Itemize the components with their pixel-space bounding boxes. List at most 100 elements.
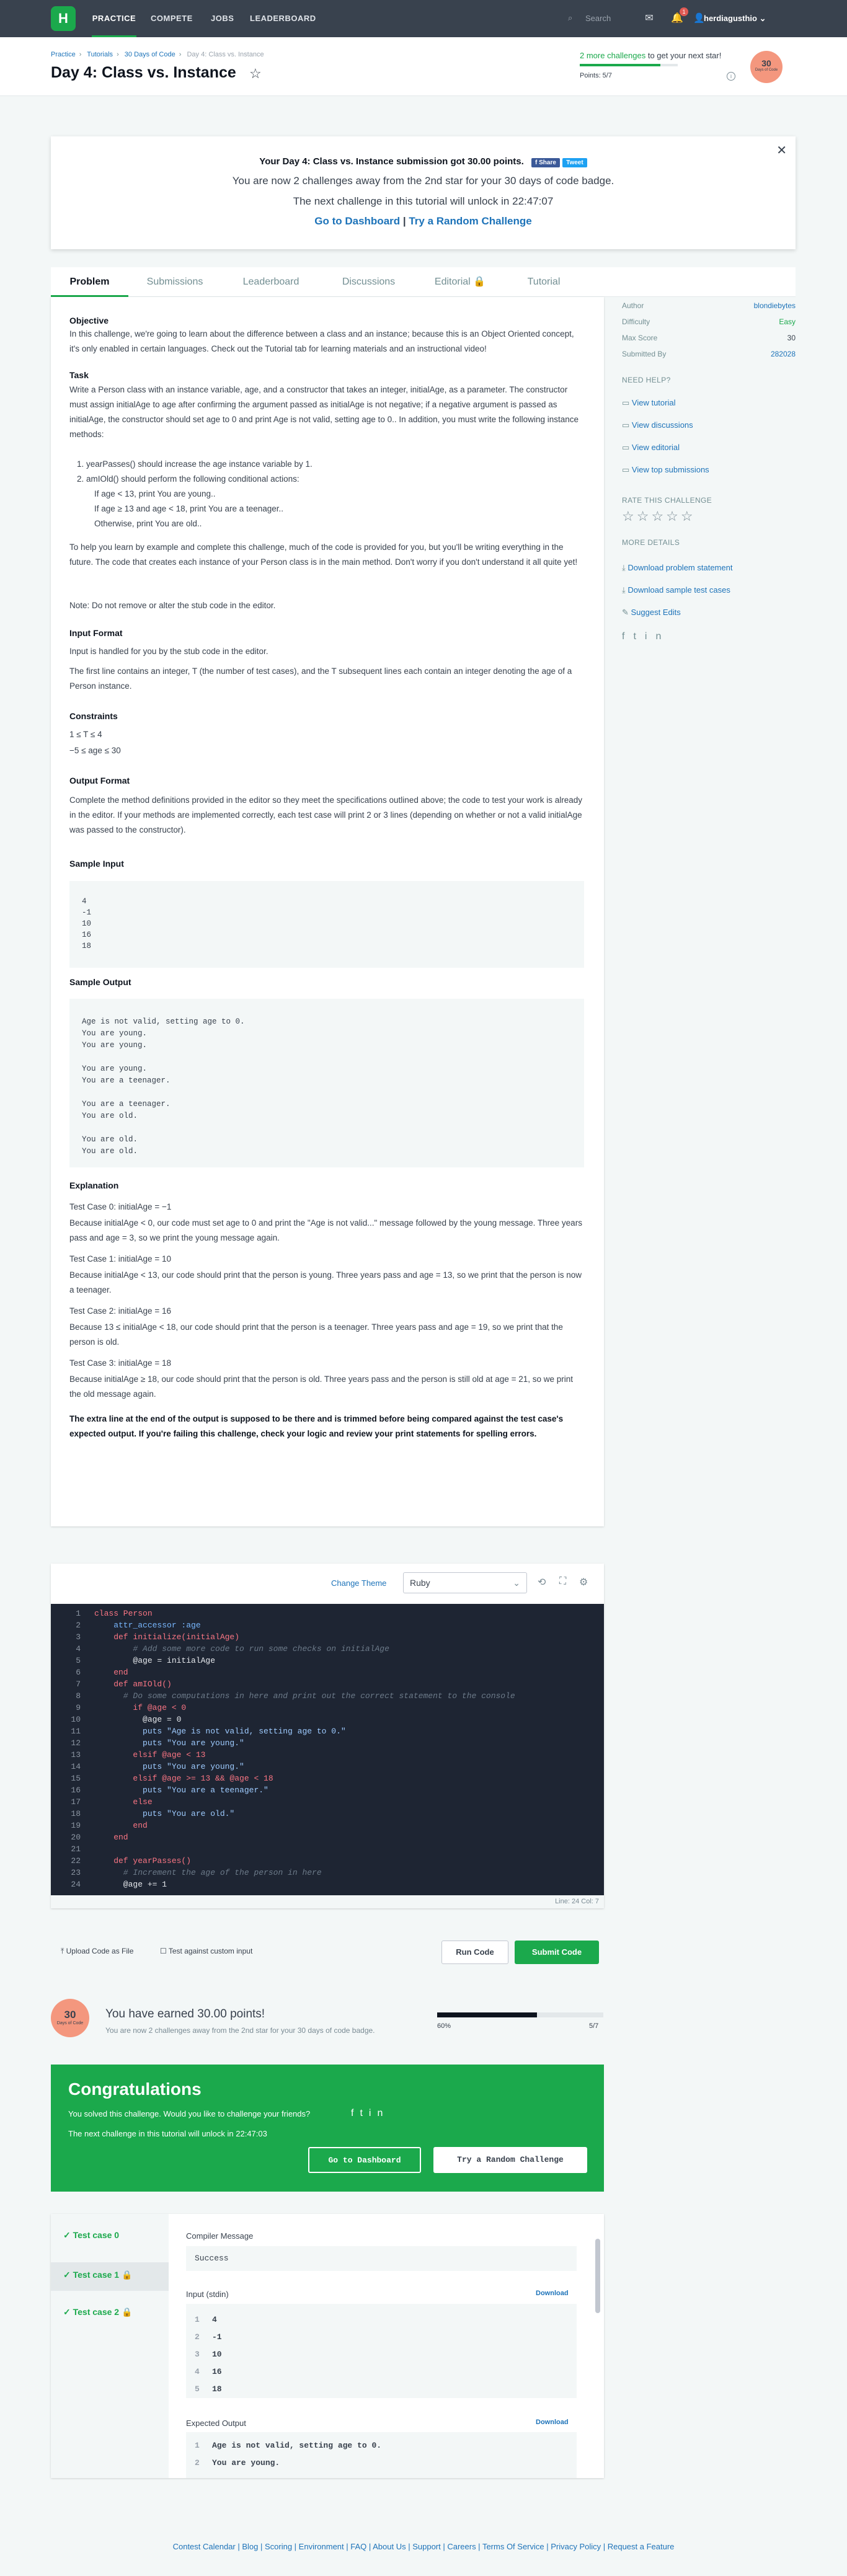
breadcrumb-tutorials[interactable]: Tutorials bbox=[87, 51, 113, 58]
chevron-down-icon: ⌄ bbox=[513, 1578, 520, 1588]
share-icons: ftin bbox=[351, 2108, 389, 2119]
test-case-0[interactable]: ✓ Test case 0 bbox=[63, 2230, 119, 2241]
twitter-icon[interactable]: t bbox=[633, 631, 644, 642]
congrats-dashboard-button[interactable]: Go to Dashboard bbox=[308, 2147, 421, 2173]
search-input[interactable]: Search bbox=[585, 11, 629, 26]
nav-leaderboard[interactable]: LEADERBOARD bbox=[250, 0, 316, 37]
go-to-dashboard-link[interactable]: Go to Dashboard bbox=[314, 215, 400, 227]
test-case-2[interactable]: ✓ Test case 2 🔒 bbox=[63, 2307, 132, 2317]
sidebar-key: Author bbox=[622, 301, 644, 310]
rating-stars[interactable]: ☆☆☆☆☆ bbox=[622, 508, 696, 524]
linkedin-icon[interactable]: in bbox=[645, 631, 670, 642]
test-case-1[interactable]: ✓ Test case 1 🔒 bbox=[63, 2270, 132, 2280]
code-line: puts "You are a teenager." bbox=[94, 1786, 268, 1795]
tab-discussions[interactable]: Discussions bbox=[321, 267, 417, 297]
tab-problem[interactable]: Problem bbox=[51, 267, 128, 297]
messages-icon[interactable]: ✉ bbox=[642, 11, 657, 26]
code-editor-panel: Change Theme Ruby ⌄ ⟲ ⛶ ⚙ 1 class Person 2 … bbox=[51, 1564, 604, 1908]
nav-compete[interactable]: COMPETE bbox=[151, 0, 193, 37]
breadcrumb-practice[interactable]: Practice bbox=[51, 51, 76, 58]
facebook-share-button[interactable]: f Share bbox=[531, 158, 560, 167]
output-format-heading: Output Format bbox=[69, 776, 130, 786]
settings-gear-icon[interactable]: ⚙ bbox=[579, 1576, 588, 1588]
download-statement-link[interactable]: ⤓ Download problem statement bbox=[622, 563, 732, 573]
info-icon[interactable]: i bbox=[727, 72, 735, 81]
code-line-number: 8 bbox=[76, 1691, 81, 1701]
tab-tutorial[interactable]: Tutorial bbox=[503, 267, 584, 297]
view-discussions-link[interactable]: ▭ View discussions bbox=[622, 420, 693, 430]
chevron-down-icon: ⌄ bbox=[759, 14, 766, 23]
test-case-list bbox=[51, 2214, 169, 2478]
upload-code-button[interactable]: ⤒ Upload Code as File bbox=[61, 1947, 133, 1956]
nav-jobs[interactable]: JOBS bbox=[211, 0, 234, 37]
language-select[interactable]: Ruby ⌄ bbox=[403, 1572, 527, 1593]
code-line: puts "Age is not valid, setting age to 0… bbox=[94, 1727, 346, 1736]
code-line-number: 12 bbox=[71, 1738, 81, 1748]
explanation-case1: Because initialAge < 13, our code should… bbox=[69, 1270, 582, 1295]
run-code-button[interactable]: Run Code bbox=[441, 1941, 508, 1964]
sample-output-line: You are a teenager. bbox=[82, 1076, 171, 1085]
congrats-line1: You solved this challenge. Would you lik… bbox=[68, 2109, 311, 2118]
footer-links[interactable]: Contest Calendar | Blog | Scoring | Envi… bbox=[0, 2542, 847, 2551]
badge-number: 30 bbox=[761, 58, 771, 68]
task-list-2: 2. amIOld() should perform the following… bbox=[77, 474, 299, 484]
facebook-icon[interactable]: f bbox=[622, 631, 633, 642]
check-icon: ✓ bbox=[63, 2307, 73, 2317]
view-tutorial-link[interactable]: ▭ View tutorial bbox=[622, 398, 675, 408]
breadcrumb-30-days[interactable]: 30 Days of Code bbox=[125, 51, 175, 58]
submit-code-button[interactable]: Submit Code bbox=[515, 1941, 599, 1964]
progress-fill bbox=[580, 64, 660, 66]
view-top-submissions-link[interactable]: ▭ View top submissions bbox=[622, 465, 709, 475]
code-line: def initialize(initialAge) bbox=[94, 1632, 240, 1642]
facebook-icon[interactable]: f bbox=[351, 2108, 360, 2118]
code-line-number: 15 bbox=[71, 1774, 81, 1783]
tutorial-icon: ▭ bbox=[622, 398, 632, 407]
breadcrumb: Practice › Tutorials › 30 Days of Code › Da… bbox=[51, 51, 268, 58]
days-of-code-badge[interactable]: 30 Days of Code bbox=[750, 51, 783, 83]
custom-input-checkbox[interactable]: ☐ Test against custom input bbox=[160, 1947, 252, 1955]
fullscreen-icon[interactable]: ⛶ bbox=[559, 1576, 566, 1587]
linkedin-icon[interactable]: in bbox=[369, 2108, 389, 2118]
line-value: -1 bbox=[212, 2332, 222, 2342]
congrats-title: Congratulations bbox=[68, 2079, 202, 2099]
bookmark-star-icon[interactable]: ☆ bbox=[249, 66, 262, 82]
sample-input-line: 4 bbox=[82, 897, 87, 906]
submitted-by-link[interactable]: 282028 bbox=[771, 350, 796, 358]
more-challenges-link[interactable]: 2 more challenges bbox=[580, 51, 645, 60]
input-line: 4 16 bbox=[195, 2363, 568, 2381]
change-theme-button[interactable]: Change Theme bbox=[331, 1578, 386, 1588]
explanation-case3: Because initialAge ≥ 18, our code should… bbox=[69, 1374, 574, 1399]
download-testcases-link[interactable]: ⤓ Download sample test cases bbox=[622, 585, 730, 595]
download-output-link[interactable]: Download bbox=[536, 2419, 569, 2426]
scrollbar[interactable] bbox=[595, 2239, 600, 2313]
reset-icon[interactable]: ⟲ bbox=[538, 1576, 546, 1588]
code-area[interactable]: 1 class Person 2 attr_accessor :age 3 def i… bbox=[51, 1604, 604, 1895]
suggest-edits-link[interactable]: ✎ Suggest Edits bbox=[622, 608, 681, 617]
twitter-icon[interactable]: t bbox=[360, 2108, 368, 2118]
tab-editorial[interactable]: Editorial 🔒 bbox=[417, 267, 503, 297]
tab-leaderboard[interactable]: Leaderboard bbox=[221, 267, 321, 297]
hackerrank-logo[interactable]: H bbox=[51, 6, 76, 31]
nav-practice[interactable]: PRACTICE bbox=[92, 0, 136, 37]
congrats-random-button[interactable]: Try a Random Challenge bbox=[433, 2147, 587, 2173]
download-input-link[interactable]: Download bbox=[536, 2290, 569, 2297]
code-line: puts "You are young." bbox=[94, 1762, 244, 1771]
author-link[interactable]: blondiebytes bbox=[754, 301, 796, 310]
input-format-heading: Input Format bbox=[69, 628, 123, 638]
tab-submissions[interactable]: Submissions bbox=[128, 267, 221, 297]
task-sub-3: Otherwise, print You are old.. bbox=[94, 519, 202, 528]
code-line: attr_accessor :age bbox=[94, 1621, 201, 1630]
banner-sep: | bbox=[400, 215, 409, 227]
input-heading: Input (stdin) bbox=[186, 2290, 229, 2299]
tweet-button[interactable]: Tweet bbox=[562, 158, 587, 167]
view-editorial-link[interactable]: ▭ View editorial bbox=[622, 443, 680, 453]
breadcrumb-sep-icon: › bbox=[117, 51, 119, 58]
username[interactable]: herdiagusthio ⌄ bbox=[704, 11, 766, 26]
link-label: View discussions bbox=[631, 420, 693, 430]
random-challenge-link[interactable]: Try a Random Challenge bbox=[409, 215, 531, 227]
social-icons: ftin bbox=[622, 631, 670, 642]
code-line-number: 11 bbox=[71, 1727, 81, 1736]
code-line-number: 23 bbox=[71, 1868, 81, 1877]
sample-output-line: You are old. bbox=[82, 1147, 138, 1156]
difficulty-value: Easy bbox=[779, 317, 796, 326]
